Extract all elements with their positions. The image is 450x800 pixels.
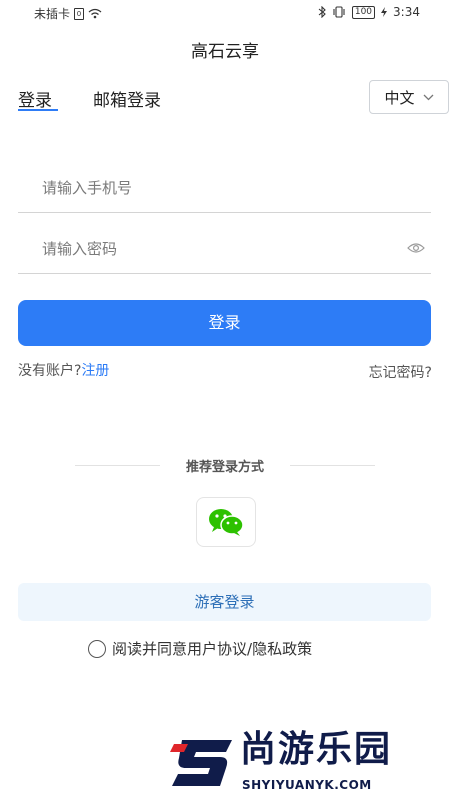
user-agreement-link[interactable]: 用户协议	[187, 640, 247, 658]
wifi-icon	[88, 8, 102, 19]
wechat-login-button[interactable]	[196, 497, 256, 547]
language-selected-label: 中文	[384, 88, 415, 107]
watermark-domain: SHYIYUANYK.COM	[242, 778, 372, 792]
password-field	[18, 229, 431, 274]
privacy-policy-link[interactable]: 隐私政策	[252, 640, 312, 658]
agreement-prefix: 阅读并同意	[112, 640, 188, 658]
battery-indicator: 100	[351, 5, 376, 19]
phone-field	[18, 168, 431, 213]
agreement-row: 阅读并同意用户协议/隐私政策	[88, 638, 312, 659]
register-prompt: 没有账户?	[18, 363, 82, 379]
active-tab-indicator	[18, 109, 58, 111]
status-left: 未插卡 0	[34, 5, 102, 22]
phone-input[interactable]	[18, 168, 402, 208]
status-right: 100 3:34	[318, 5, 420, 19]
recommended-login-heading: 推荐登录方式	[185, 460, 264, 475]
register-link[interactable]: 注册	[81, 363, 109, 379]
tab-email-login[interactable]: 邮箱登录	[93, 86, 161, 111]
charging-icon	[381, 7, 388, 17]
tab-login[interactable]: 登录	[18, 86, 52, 111]
agreement-checkbox[interactable]	[88, 639, 106, 658]
register-row: 没有账户?注册	[18, 360, 109, 380]
sim-icon: 0	[74, 7, 85, 20]
page-title: 高石云享	[191, 42, 259, 62]
watermark-name: 尚游乐园	[240, 729, 393, 770]
s-logo-icon	[170, 740, 232, 786]
language-select[interactable]: 中文	[369, 80, 449, 114]
vibrate-icon	[333, 6, 345, 18]
carrier-text: 未插卡	[34, 7, 71, 21]
watermark-logo: 尚游乐园 SHYIYUANYK.COM	[170, 728, 450, 800]
password-input[interactable]	[18, 229, 402, 269]
eye-icon[interactable]	[407, 241, 425, 255]
bluetooth-icon	[318, 6, 326, 18]
forgot-password-link[interactable]: 忘记密码?	[369, 362, 432, 382]
chevron-down-icon	[423, 94, 433, 100]
guest-login-button[interactable]: 游客登录	[18, 583, 431, 621]
wechat-icon	[209, 509, 244, 536]
status-bar: 未插卡 0 100 3:34	[0, 0, 450, 26]
login-button[interactable]: 登录	[18, 300, 431, 346]
clock: 3:34	[393, 5, 420, 19]
